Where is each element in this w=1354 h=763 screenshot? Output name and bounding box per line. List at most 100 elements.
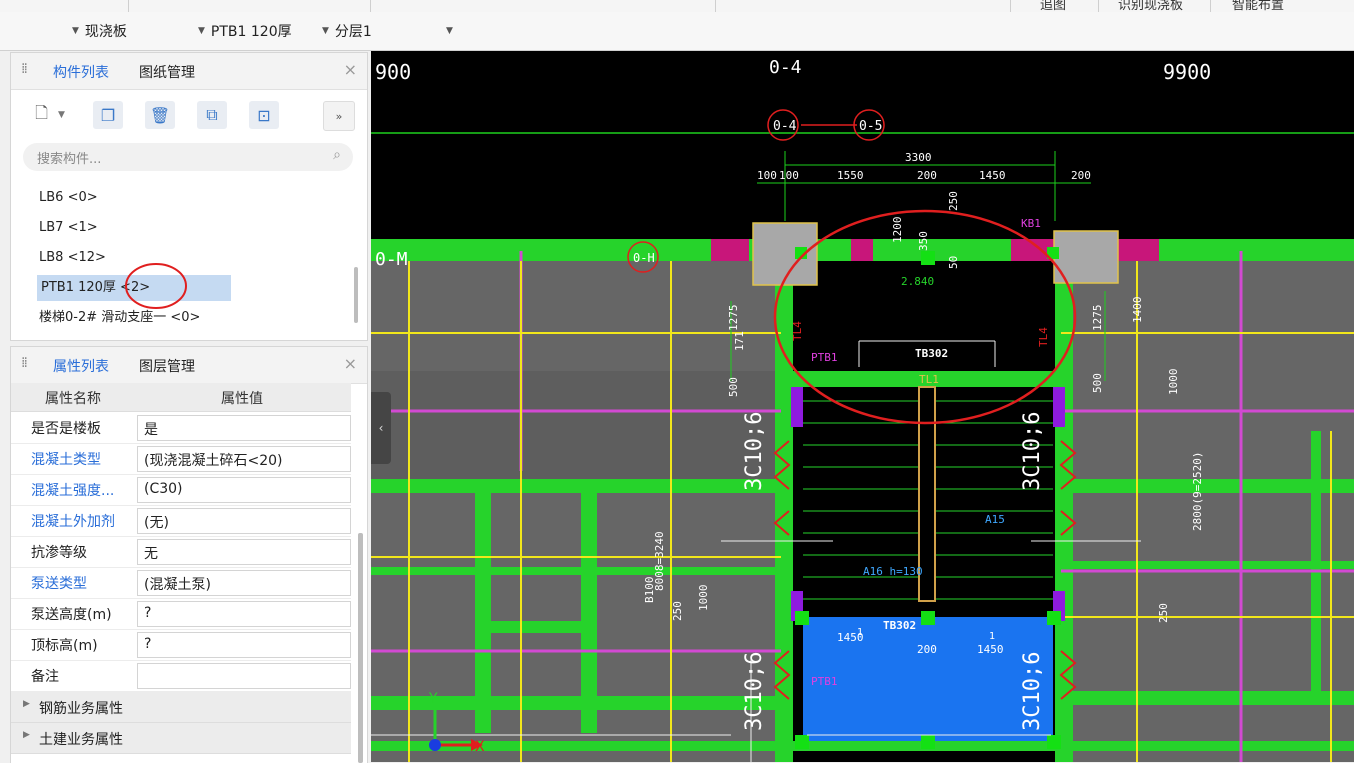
dim-label: 1275 [1091,305,1104,332]
beam [371,741,1354,751]
expand-icon: ▶ [23,699,30,709]
axis-label: 0-4 [769,57,802,78]
drawing-label: TB302 [883,619,916,632]
tab-property-list[interactable]: 属性列表 [53,356,109,376]
more-button[interactable]: » [323,101,355,131]
list-item[interactable]: LB8 <12> [39,245,106,271]
close-icon[interactable]: × [344,60,357,79]
beam [1061,691,1354,705]
collapse-panel-button[interactable]: ‹ [371,392,391,464]
chevron-left-icon: ‹ [378,421,384,435]
drawing-label: TB302 [915,347,948,360]
property-name: 泵送类型 [31,576,87,592]
drawing-label: PTB1 [811,675,838,688]
axis-label: 0-4 [773,119,797,134]
magenta-beam [851,239,873,261]
x-axis-label: X [475,739,485,755]
property-value-field[interactable]: (C30) [137,477,351,503]
drag-grip-icon[interactable]: ⁞⁞ [21,61,28,77]
property-value-field[interactable]: ? [137,632,351,658]
side-note: 1000 [697,585,710,612]
magenta-beam [711,239,749,261]
property-name: 泵送高度(m) [31,607,112,623]
ribbon-separator [1210,0,1211,12]
list-scrollbar[interactable] [354,267,358,323]
copy-button[interactable]: ❐ [93,101,123,129]
annotation-circle [125,263,187,309]
table-row: 抗渗等级 无 [11,536,351,568]
expand-icon: ▶ [23,730,30,740]
property-value: 无 [144,546,158,562]
origin-icon [429,739,441,751]
table-row: 泵送类型 (混凝土泵) [11,567,351,599]
dim-label: 350 [917,231,930,251]
property-name: 备注 [31,669,59,685]
layer-select[interactable]: ▼ 分层1 [322,20,372,42]
category-select[interactable]: ▼ 现浇板 [72,20,127,42]
rebar-label: 3C10;6 [742,652,767,731]
dim-label: 1200 [891,217,904,244]
close-icon[interactable]: × [344,354,357,373]
beam [1061,561,1354,569]
tab-component-list[interactable]: 构件列表 [53,62,109,82]
search-input[interactable]: 搜索构件... ⌕ [23,143,353,171]
property-scrollbar[interactable] [358,533,363,763]
dim-label: 100 [757,169,777,182]
property-value-field[interactable]: 无 [137,539,351,565]
axis-label: 0-H [633,251,655,265]
save-template-button[interactable]: ⊡ [249,101,279,129]
property-value: (现浇混凝土碎石<20) [144,453,283,469]
rebar-label: 3C10;6 [1020,652,1045,731]
property-panel-header: ⁞⁞ 属性列表 图层管理 × [11,347,367,384]
group-rebar-properties[interactable]: ▶ 钢筋业务属性 [11,692,351,723]
drawing-label: A16 h=130 [863,565,923,578]
layer-select-dropdown[interactable]: ▼ [446,20,459,42]
group-label: 钢筋业务属性 [39,701,123,717]
property-value-field[interactable]: (现浇混凝土碎石<20) [137,446,351,472]
dim-label: 9900 [1163,60,1211,84]
drag-grip-icon[interactable]: ⁞⁞ [21,355,28,371]
list-item[interactable]: LB6 <0> [39,185,98,211]
column [752,222,818,286]
component-select[interactable]: ▼ PTB1 120厚 [198,20,292,42]
y-axis-label: Y [428,691,438,707]
property-value-field[interactable]: (混凝土泵) [137,570,351,596]
copy-icon: ❐ [100,105,116,125]
dim-label: 50 [947,256,960,269]
table-row: 泵送高度(m) ? [11,598,351,630]
drawing-canvas[interactable]: 900 9900 0-4 0-4 0-5 0-M 0-H 3300 100 10… [371,51,1354,762]
drawing-label: PTB1 [811,351,838,364]
column-marker [791,387,803,427]
property-value-field[interactable]: ? [137,601,351,627]
property-value-field[interactable]: (无) [137,508,351,534]
tab-drawing-management[interactable]: 图纸管理 [139,62,195,82]
property-value-field[interactable] [137,663,351,689]
beam [371,479,793,493]
component-panel-header: ⁞⁞ 构件列表 图纸管理 × [11,53,367,90]
table-row: 是否是楼板 是 [11,412,351,444]
property-value-field[interactable]: 是 [137,415,351,441]
rebar-label: 3C10;6 [742,412,767,491]
duplicate-button[interactable]: ⧉ [197,101,227,129]
property-name: 混凝土类型 [31,452,101,468]
group-civil-properties[interactable]: ▶ 土建业务属性 [11,723,351,754]
list-item[interactable]: LB7 <1> [39,215,98,241]
property-name: 抗渗等级 [31,545,87,561]
new-component-button[interactable]: 🗋 ▼ [25,101,75,129]
header-property-value: 属性值 [221,391,263,407]
property-name: 是否是楼板 [31,421,101,437]
search-icon: ⌕ [333,147,341,163]
side-note: 2800(9=2520) [1191,452,1204,531]
selector-toolbar: ▼ 现浇板 ▼ PTB1 120厚 ▼ 分层1 ▼ [0,12,1354,51]
drawing-label: TL4 [791,321,804,341]
dim-label: 3300 [905,151,932,164]
header-property-name: 属性名称 [45,391,101,407]
component-select-value: PTB1 120厚 [210,24,292,40]
beam [475,493,491,733]
property-value: 是 [144,422,158,438]
tab-layer-management[interactable]: 图层管理 [139,356,195,376]
rebar-label: 3C10;6 [1020,412,1045,491]
property-table-header: 属性名称 属性值 [11,383,351,412]
drawing-label: KB1 [1021,217,1041,230]
delete-button[interactable]: 🗑 [145,101,175,129]
